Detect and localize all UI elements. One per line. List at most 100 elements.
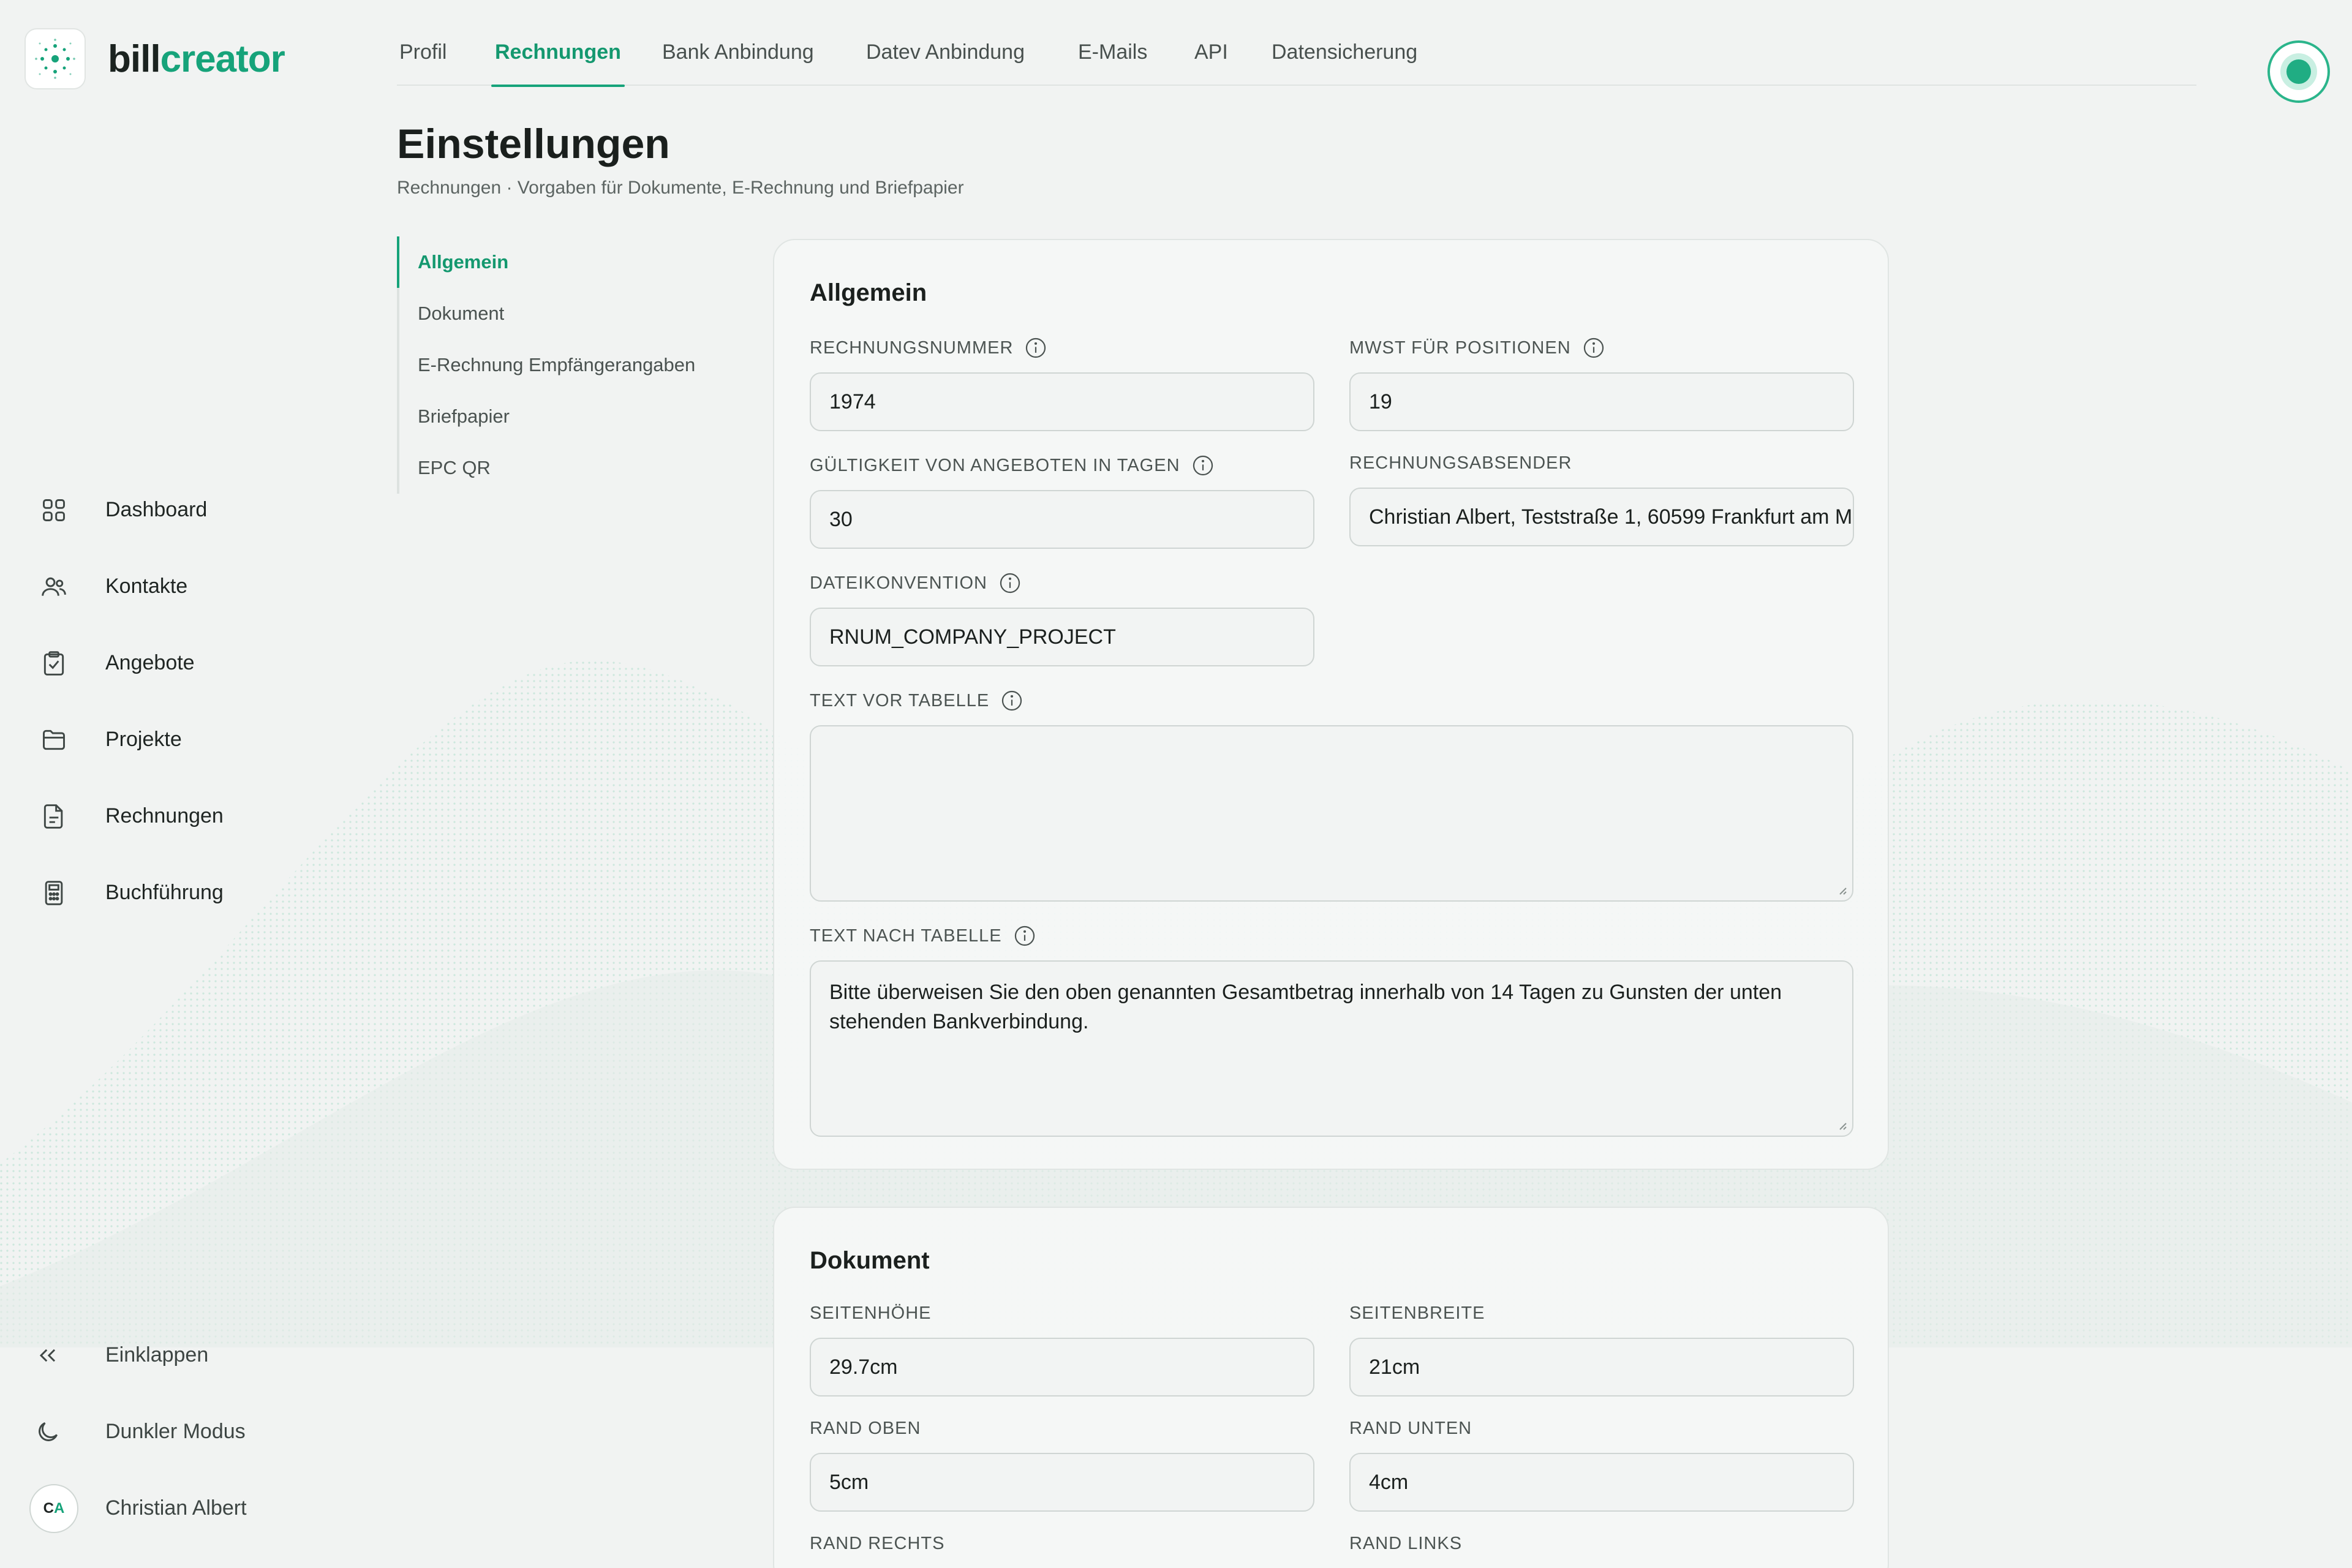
rechnungsnummer-field: Rechnungsnummer 1974 [810,336,1314,431]
users-icon [36,568,72,605]
page-title: Einstellungen [397,121,670,167]
nav-label: Projekte [105,728,182,751]
field-label: Text nach Tabelle [810,925,1002,946]
section-link-allgemein[interactable]: Allgemein [397,236,777,288]
avatar: CA [29,1483,78,1533]
info-icon[interactable] [1024,336,1047,360]
rand-rechts-field: Rand rechts [810,1531,944,1556]
brand-logo[interactable]: billcreator [24,28,285,89]
dark-mode-toggle[interactable]: Dunkler Modus [29,1393,247,1470]
settings-tabs: Profil Rechnungen Bank Anbindung Datev A… [397,33,2196,87]
calculator-icon [36,875,72,911]
rechnungsnummer-input[interactable]: 1974 [810,372,1314,431]
rand-links-field: Rand links [1349,1531,1462,1556]
collapse-sidebar-button[interactable]: Einklappen [29,1317,247,1393]
field-label: Rand links [1349,1533,1463,1553]
field-label: Rechnungsabsender [1349,453,1572,473]
nav-item-angebote[interactable]: Angebote [36,625,224,701]
clipboard-check-icon [36,645,72,682]
seitenhoehe-field: Seitenhöhe 29.7cm [810,1301,1314,1396]
card-title: Allgemein [810,279,927,306]
nav-label: Dashboard [105,498,208,521]
dateikonvention-field: Dateikonvention RNUM_COMPANY_PROJECT [810,571,1314,666]
textarea-value: Bitte überweisen Sie den oben genannten … [829,981,1782,1033]
tab-datensicherung[interactable]: Datensicherung [1272,40,1417,86]
tab-e-mails[interactable]: E-Mails [1078,40,1147,86]
tab-bank-anbindung[interactable]: Bank Anbindung [662,40,814,86]
seitenbreite-field: Seitenbreite 21cm [1349,1301,1854,1396]
chevrons-left-icon [29,1337,66,1374]
field-label: Rechnungsnummer [810,337,1014,358]
nav-item-kontakte[interactable]: Kontakte [36,548,224,625]
logo-mark-icon [24,28,86,89]
main-nav: Dashboard Kontakte Angebote Projekte Rec… [36,472,224,931]
rand-oben-field: Rand oben 5cm [810,1416,1314,1512]
tab-datev-anbindung[interactable]: Datev Anbindung [866,40,1025,86]
nav-item-rechnungen[interactable]: Rechnungen [36,778,224,854]
text-vor-tabelle-field: Text vor Tabelle [810,688,1853,902]
nav-item-dashboard[interactable]: Dashboard [36,472,224,548]
status-indicator[interactable] [2267,40,2330,103]
dateikonvention-input[interactable]: RNUM_COMPANY_PROJECT [810,608,1314,666]
nav-label: Kontakte [105,575,188,598]
field-label: Rand unten [1349,1418,1472,1438]
info-icon[interactable] [998,571,1022,595]
field-label: Gültigkeit von Angeboten in Tagen [810,455,1180,475]
text-nach-tabelle-field: Text nach Tabelle Bitte überweisen Sie d… [810,924,1853,1137]
field-label: Text vor Tabelle [810,690,990,710]
user-name: Christian Albert [105,1496,247,1520]
tab-profil[interactable]: Profil [399,40,447,86]
field-label: Seitenhöhe [810,1303,932,1323]
text-nach-tabelle-textarea[interactable]: Bitte überweisen Sie den oben genannten … [810,960,1853,1137]
nav-item-buchfuehrung[interactable]: Buchführung [36,854,224,931]
info-icon[interactable] [1191,454,1215,477]
mwst-field: MwSt für Positionen 19 [1349,336,1854,431]
gueltigkeit-field: Gültigkeit von Angeboten in Tagen 30 [810,453,1314,549]
section-link-dokument[interactable]: Dokument [397,288,777,339]
info-icon[interactable] [1000,689,1023,712]
nav-item-projekte[interactable]: Projekte [36,701,224,778]
dark-mode-label: Dunkler Modus [105,1420,246,1443]
resize-handle-icon[interactable] [1835,1118,1847,1131]
rand-unten-input[interactable]: 4cm [1349,1453,1854,1512]
seitenbreite-input[interactable]: 21cm [1349,1338,1854,1396]
grid-icon [36,492,72,529]
folder-icon [36,722,72,758]
rand-oben-input[interactable]: 5cm [810,1453,1314,1512]
status-dot-icon [2286,59,2311,84]
nav-label: Buchführung [105,881,224,904]
nav-label: Rechnungen [105,804,224,827]
absender-field: Rechnungsabsender Christian Albert, Test… [1349,451,1854,546]
resize-handle-icon[interactable] [1835,883,1847,895]
nav-label: Angebote [105,651,195,674]
section-link-e-rechnung[interactable]: E-Rechnung Empfängerangaben [397,339,777,391]
field-label: Seitenbreite [1349,1303,1485,1323]
tab-api[interactable]: API [1194,40,1228,86]
info-icon[interactable] [1582,336,1605,360]
user-menu[interactable]: CA Christian Albert [29,1470,247,1547]
seitenhoehe-input[interactable]: 29.7cm [810,1338,1314,1396]
text-vor-tabelle-textarea[interactable] [810,725,1853,902]
rand-unten-field: Rand unten 4cm [1349,1416,1854,1512]
allgemein-card: Allgemein Rechnungsnummer 1974 MwSt für … [773,239,1889,1170]
field-label: Dateikonvention [810,573,987,593]
absender-input[interactable]: Christian Albert, Teststraße 1, 60599 Fr… [1349,488,1854,546]
brand-name: billcreator [108,37,285,80]
field-label: Rand oben [810,1418,921,1438]
mwst-input[interactable]: 19 [1349,372,1854,431]
file-text-icon [36,798,72,835]
sidebar-footer: Einklappen Dunkler Modus CA Christian Al… [29,1317,247,1547]
sidebar: billcreator Dashboard Kontakte Angebote … [0,0,368,1568]
gueltigkeit-input[interactable]: 30 [810,490,1314,549]
page-subtitle: Rechnungen · Vorgaben für Dokumente, E-R… [397,178,964,198]
section-nav: Allgemein Dokument E-Rechnung Empfängera… [397,236,777,494]
card-title: Dokument [810,1247,930,1274]
info-icon[interactable] [1013,924,1036,948]
field-label: MwSt für Positionen [1349,337,1571,358]
collapse-label: Einklappen [105,1343,209,1366]
section-link-briefpapier[interactable]: Briefpapier [397,391,777,442]
field-label: Rand rechts [810,1533,945,1553]
section-link-epc-qr[interactable]: EPC QR [397,442,777,494]
moon-icon [29,1414,66,1450]
tab-rechnungen[interactable]: Rechnungen [491,40,625,87]
